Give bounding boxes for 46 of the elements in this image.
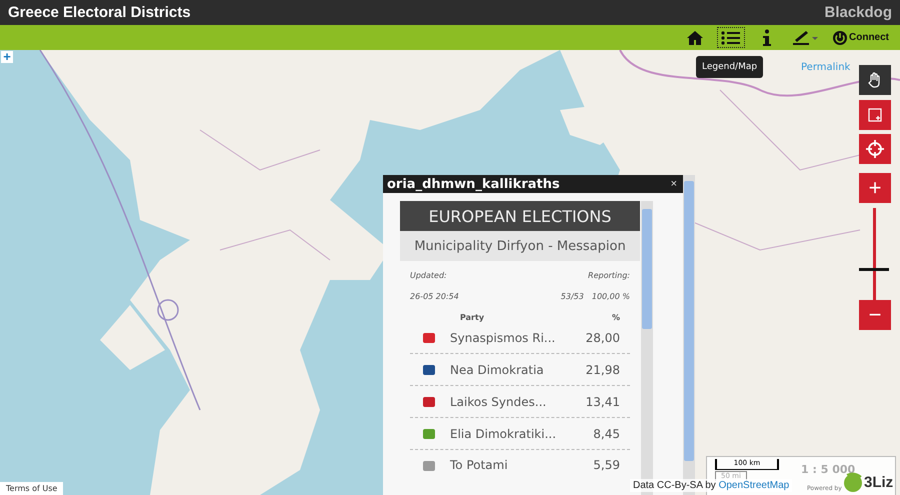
app-title: Greece Electoral Districts (8, 4, 191, 21)
brand-name: Blackdog (824, 4, 892, 21)
party-name: Synaspismos Ri... (450, 330, 556, 344)
vote-percent: 5,59 (592, 458, 621, 472)
terms-link[interactable]: Terms of Use (0, 482, 64, 495)
updated-time: 26-05 20:54 (410, 292, 459, 301)
party-name: Elia Dimokratiki... (450, 426, 558, 440)
permalink[interactable]: Permalink (801, 62, 850, 73)
locate-button[interactable] (859, 134, 891, 164)
updated-label: Updated: (410, 271, 447, 280)
vote-percent: 8,45 (592, 426, 621, 440)
zoom-out-button[interactable]: − (859, 300, 891, 330)
list-icon (721, 30, 741, 44)
column-header: Party (460, 313, 486, 322)
pan-button[interactable] (859, 65, 891, 95)
logo-text: 3Liz (864, 474, 894, 490)
party-name: Nea Dimokratia (450, 362, 545, 376)
zoom-slider-handle[interactable] (859, 268, 889, 271)
expand-button[interactable]: + (1, 51, 13, 63)
vote-percent: 13,41 (584, 394, 621, 408)
home-icon (686, 30, 704, 46)
power-icon (832, 30, 848, 46)
hand-icon (868, 72, 882, 88)
openstreetmap-link[interactable]: OpenStreetMap (718, 480, 790, 491)
party-name: To Potami (450, 458, 509, 472)
reporting-label: Reporting: (588, 271, 630, 280)
column-header: % (610, 313, 621, 322)
vote-percent: 28,00 (584, 330, 621, 344)
popup-title: oria_dhmwn_kallikraths (387, 176, 560, 192)
zoom-box-icon (868, 108, 882, 122)
reporting-percent: 100,00 % (592, 292, 630, 301)
close-button[interactable]: × (670, 178, 677, 190)
crosshair-icon (866, 140, 884, 158)
tooltip: Legend/Map (696, 56, 764, 78)
party-name: Laikos Syndes... (450, 394, 548, 408)
scale-ratio: 1 : 5 000 (801, 463, 856, 476)
municipality-subheading: Municipality Dirfyon - Messapion (400, 231, 640, 261)
legend-button[interactable] (717, 27, 745, 48)
info-icon (763, 28, 771, 46)
results-heading: EUROPEAN ELECTIONS (400, 201, 640, 231)
vote-percent: 21,98 (584, 362, 621, 376)
zoom-in-button[interactable]: + (859, 173, 891, 203)
connect-button[interactable]: Connect (829, 27, 892, 48)
pen-icon (792, 30, 818, 46)
reporting-count: 53/53 (560, 292, 584, 301)
zoom-box-button[interactable] (859, 100, 891, 130)
